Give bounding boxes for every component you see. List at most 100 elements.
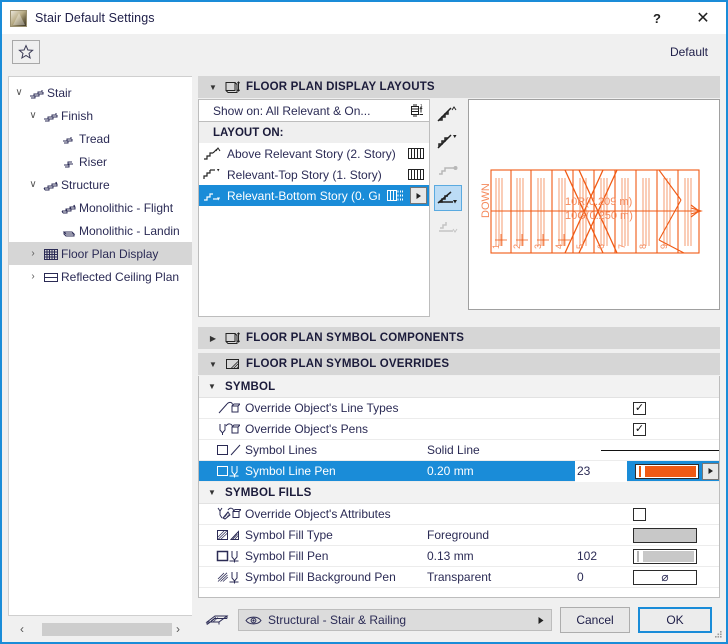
row-control[interactable]: ✓ [627, 422, 719, 436]
chevron-down-icon[interactable]: ▼ [208, 83, 218, 92]
checkbox-checked[interactable]: ✓ [633, 401, 646, 415]
chevron-right-icon[interactable]: ▶ [208, 334, 218, 343]
cancel-button[interactable]: Cancel [560, 607, 630, 633]
row-symbol-line-pen[interactable]: Symbol Line Pen 0.20 mm 23 [199, 460, 719, 482]
row-override-line-types[interactable]: Override Object's Line Types ✓ [199, 398, 719, 419]
row-control[interactable] [627, 507, 719, 521]
section-header-layouts[interactable]: ▼ FLOOR PLAN DISPLAY LAYOUTS [198, 76, 720, 98]
tree-twisty[interactable]: ∨ [25, 179, 41, 190]
dropdown-arrow-icon[interactable] [537, 616, 545, 625]
tree-item-monolithic-flight[interactable]: Monolithic - Flight [9, 196, 192, 219]
row-control[interactable] [627, 461, 719, 481]
close-button[interactable]: ✕ [680, 2, 726, 34]
stair-display-above-icon[interactable] [434, 101, 462, 127]
row-control[interactable] [627, 527, 719, 543]
group-label: SYMBOL [225, 380, 276, 393]
tree-item-floor-plan-display[interactable]: › Floor Plan Display [9, 242, 192, 265]
fill-type-swatch[interactable] [633, 527, 697, 543]
tree-item-riser[interactable]: Riser [9, 150, 192, 173]
fill-pen-swatch[interactable] [633, 548, 697, 564]
scrollbar-thumb[interactable] [42, 622, 172, 636]
stair-display-bottom-icon[interactable] [434, 185, 462, 211]
stair-display-top-icon[interactable] [434, 129, 462, 155]
section-header-components[interactable]: ▶ FLOOR PLAN SYMBOL COMPONENTS [198, 327, 720, 349]
tree-twisty[interactable]: ∨ [25, 110, 41, 121]
row-control[interactable] [595, 449, 719, 451]
layout-row[interactable]: Relevant-Top Story (1. Story) [199, 164, 429, 185]
row-symbol-lines[interactable]: Symbol Lines Solid Line [199, 440, 719, 461]
hatch-pattern-icon [405, 168, 427, 181]
pen-width-tick [637, 550, 639, 562]
section-header-overrides[interactable]: ▼ FLOOR PLAN SYMBOL OVERRIDES [198, 353, 720, 375]
row-control[interactable] [627, 548, 719, 564]
tree-item-label: Stair [47, 85, 72, 100]
layout-list-caption: LAYOUT ON: [199, 122, 429, 143]
layouts-area: Show on: All Relevant & On... 1 LAYOUT O… [198, 99, 720, 317]
row-symbol-fill-type[interactable]: Symbol Fill Type Foreground [199, 525, 719, 546]
scroll-left-arrow[interactable]: ‹ [12, 622, 32, 636]
fill-type-preview [634, 528, 696, 542]
story-levels-icon[interactable]: 1 [410, 103, 425, 118]
row-symbol-fill-background-pen[interactable]: Symbol Fill Background Pen Transparent 0… [199, 567, 719, 588]
pen-color-swatch[interactable] [633, 461, 701, 481]
tree-twisty[interactable]: › [25, 248, 41, 259]
stair-display-hidden-icon[interactable] [434, 213, 462, 239]
play-arrow-icon[interactable] [702, 462, 719, 480]
scrollbar-track[interactable] [32, 622, 172, 636]
default-label: Default [669, 45, 708, 59]
row-number[interactable]: 23 [575, 460, 627, 482]
dialog-window: Stair Default Settings ? ✕ Default ∨ Sta… [0, 0, 728, 644]
dialog-footer: Structural - Stair & Railing Cancel OK [198, 598, 720, 642]
ok-button[interactable]: OK [638, 607, 712, 633]
tree-horizontal-scrollbar[interactable]: ‹ › [8, 616, 192, 642]
symbol-lines-icon [199, 442, 245, 458]
row-value: Transparent [427, 570, 492, 584]
layout-row-label: Relevant-Top Story (1. Story) [227, 167, 382, 182]
row-override-pens[interactable]: Override Object's Pens ✓ [199, 419, 719, 440]
chevron-down-icon[interactable]: ▼ [208, 360, 218, 369]
tree-twisty[interactable]: › [25, 271, 41, 282]
tree-item-label: Riser [79, 154, 108, 169]
row-value: 0.20 mm [427, 464, 474, 478]
row-override-attributes[interactable]: Override Object's Attributes [199, 504, 719, 525]
group-header-symbol-fills[interactable]: ▼ SYMBOL FILLS [199, 482, 719, 504]
going-label: 10G(0.250 m) [565, 210, 633, 222]
tree-item-monolithic-landing[interactable]: Monolithic - Landin [9, 219, 192, 242]
settings-tree: ∨ Stair ∨ Finish Tread Riser ∨ Structure… [8, 76, 192, 616]
row-control[interactable]: ✓ [627, 401, 719, 415]
checkbox-checked[interactable]: ✓ [633, 422, 646, 436]
stair-display-middle-icon[interactable] [434, 157, 462, 183]
layout-row[interactable]: Above Relevant Story (2. Story) [199, 143, 429, 164]
help-button[interactable]: ? [634, 2, 680, 34]
row-symbol-fill-pen[interactable]: Symbol Fill Pen 0.13 mm 102 [199, 546, 719, 567]
chevron-down-icon[interactable]: ▼ [199, 382, 225, 391]
svg-text:2: 2 [512, 244, 522, 249]
tree-item-finish[interactable]: ∨ Finish [9, 104, 192, 127]
tree-item-label: Floor Plan Display [61, 246, 159, 261]
chevron-down-icon[interactable]: ▼ [199, 488, 225, 497]
tree-pane: ∨ Stair ∨ Finish Tread Riser ∨ Structure… [2, 70, 192, 642]
svg-text:9: 9 [659, 244, 669, 249]
transparent-swatch[interactable]: ⌀ [633, 569, 697, 585]
pen-color-fill [643, 550, 694, 562]
group-header-symbol[interactable]: ▼ SYMBOL [199, 376, 719, 398]
checkbox-unchecked[interactable] [633, 507, 646, 521]
show-on-row[interactable]: Show on: All Relevant & On... 1 [198, 99, 430, 121]
layer-combo[interactable]: Structural - Stair & Railing [238, 609, 552, 631]
favorites-button[interactable] [12, 40, 40, 64]
tree-item-reflected-ceiling-plan[interactable]: › Reflected Ceiling Plan [9, 265, 192, 288]
tree-item-stair[interactable]: ∨ Stair [9, 81, 192, 104]
tree-item-structure[interactable]: ∨ Structure [9, 173, 192, 196]
row-control[interactable]: ⌀ [627, 569, 719, 585]
layout-row-label: Above Relevant Story (2. Story) [227, 146, 396, 161]
play-arrow-icon[interactable] [410, 187, 427, 204]
pen-picker[interactable] [633, 461, 719, 481]
layout-row-selected[interactable]: Relevant-Bottom Story (0. Gr... [199, 185, 429, 206]
pen-color-fill [645, 465, 696, 477]
resize-grip[interactable] [713, 629, 723, 639]
layout-list[interactable]: LAYOUT ON: Above Relevant Story (2. Stor… [198, 121, 430, 317]
tree-twisty[interactable]: ∨ [11, 87, 27, 98]
tree-item-tread[interactable]: Tread [9, 127, 192, 150]
row-label: Symbol Fill Type [245, 528, 333, 542]
tree-item-label: Reflected Ceiling Plan [61, 269, 180, 284]
